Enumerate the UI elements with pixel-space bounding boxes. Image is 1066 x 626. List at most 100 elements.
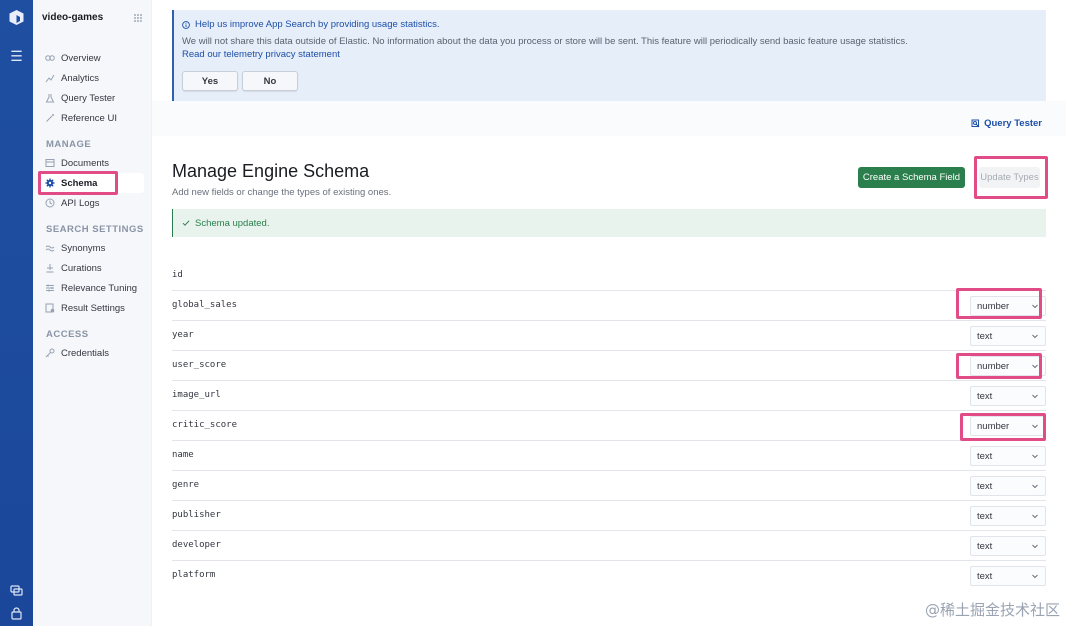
field-type-select[interactable]: text [970, 326, 1046, 346]
telemetry-no-button[interactable]: No [242, 71, 298, 91]
field-type-select[interactable]: text [970, 536, 1046, 556]
user-score-highlight-annotation [956, 353, 1042, 379]
chevron-down-icon [1032, 544, 1038, 549]
info-icon [182, 20, 190, 29]
sidebar-item-label: Credentials [61, 347, 110, 359]
page-subtitle: Add new fields or change the types of ex… [172, 187, 392, 198]
sidebar-item-label: Reference UI [61, 112, 117, 124]
field-type-select[interactable]: text [970, 476, 1046, 496]
field-type-select[interactable]: text [970, 506, 1046, 526]
success-callout: Schema updated. [172, 209, 1046, 237]
field-name: id [172, 270, 183, 280]
sidebar-item-relevance-tuning[interactable]: Relevance Tuning [45, 279, 137, 297]
schema-row: name text [172, 441, 1046, 471]
sidebar-item-reference-ui[interactable]: Reference UI [45, 109, 117, 127]
chevron-down-icon [1032, 484, 1038, 489]
field-name: global_sales [172, 300, 238, 310]
query-tester-link[interactable]: Query Tester [971, 118, 1042, 129]
app-rail: ☰ [0, 0, 33, 626]
help-icon[interactable] [10, 584, 23, 597]
field-type-value: text [977, 570, 993, 582]
sidebar-item-label: API Logs [61, 197, 100, 209]
query-tester-icon [971, 119, 980, 128]
sliders-icon [46, 284, 54, 292]
schema-row: global_sales number [172, 291, 1046, 321]
schema-highlight-annotation [38, 171, 118, 195]
field-name: year [172, 330, 194, 340]
field-type-value: text [977, 450, 993, 462]
field-name: user_score [172, 360, 227, 370]
sidebar-item-label: Overview [61, 52, 101, 64]
key-icon [45, 348, 55, 358]
telemetry-callout: Help us improve App Search by providing … [172, 10, 1046, 101]
create-schema-field-button[interactable]: Create a Schema Field [858, 167, 965, 188]
sidebar-item-credentials[interactable]: Credentials [45, 344, 109, 362]
chevron-down-icon [1032, 574, 1038, 579]
field-name: critic_score [172, 420, 238, 430]
sidebar-item-synonyms[interactable]: Synonyms [45, 239, 105, 257]
synonyms-icon [45, 245, 55, 252]
field-type-value: text [977, 390, 993, 402]
telemetry-privacy-link[interactable]: Read our telemetry privacy statement [182, 49, 340, 60]
telemetry-yes-button[interactable]: Yes [182, 71, 238, 91]
result-settings-icon [45, 303, 55, 313]
sidebar-item-label: Curations [61, 262, 102, 274]
sidebar-item-label: Analytics [61, 72, 100, 84]
update-types-highlight-annotation [974, 156, 1048, 199]
main-content: Help us improve App Search by providing … [152, 0, 1066, 626]
sidebar-item-label: Relevance Tuning [61, 282, 138, 294]
search-settings-heading: SEARCH SETTINGS [46, 224, 144, 235]
sidebar-item-documents[interactable]: Documents [45, 154, 109, 172]
sidebar-item-label: Result Settings [61, 302, 125, 314]
clock-icon [45, 198, 55, 208]
engine-name[interactable]: video-games [42, 12, 103, 23]
success-message: Schema updated. [195, 217, 270, 229]
field-type-select[interactable]: text [970, 386, 1046, 406]
chevron-down-icon [1032, 514, 1038, 519]
schema-row: image_url text [172, 381, 1046, 411]
global-sales-highlight-annotation [956, 288, 1042, 319]
sidebar-item-overview[interactable]: Overview [45, 49, 101, 67]
access-heading: ACCESS [46, 329, 89, 340]
schema-row: genre text [172, 471, 1046, 501]
sidebar-item-curations[interactable]: Curations [45, 259, 102, 277]
field-name: developer [172, 540, 221, 550]
field-name: platform [172, 570, 216, 580]
analytics-icon [45, 74, 55, 83]
sidebar-item-label: Documents [61, 157, 110, 169]
field-type-select[interactable]: text [970, 446, 1046, 466]
sidebar-item-label: Synonyms [61, 242, 106, 254]
chevron-down-icon [1032, 334, 1038, 339]
sidebar-item-result-settings[interactable]: Result Settings [45, 299, 125, 317]
schema-row: publisher text [172, 501, 1046, 531]
schema-row-id: id [172, 261, 1046, 291]
field-type-select[interactable]: text [970, 566, 1046, 586]
chevron-down-icon [1032, 394, 1038, 399]
sidebar-item-api-logs[interactable]: API Logs [45, 194, 100, 212]
field-name: name [172, 450, 194, 460]
field-type-value: text [977, 480, 993, 492]
wand-icon [46, 114, 54, 122]
telemetry-title: Help us improve App Search by providing … [195, 19, 440, 30]
engine-switcher-icon[interactable] [134, 14, 142, 22]
field-name: image_url [172, 390, 221, 400]
hamburger-menu-icon[interactable]: ☰ [9, 49, 24, 63]
check-icon [182, 220, 190, 226]
header-band [152, 101, 1066, 136]
field-name: genre [172, 480, 200, 490]
field-type-value: text [977, 540, 993, 552]
flask-icon [45, 94, 55, 103]
sidebar-item-query-tester[interactable]: Query Tester [45, 89, 115, 107]
app-logo-icon[interactable] [8, 9, 25, 26]
page-title: Manage Engine Schema [172, 161, 370, 181]
field-type-value: text [977, 510, 993, 522]
engine-sidebar: video-games Overview Analytics Query Tes… [33, 0, 152, 626]
account-icon[interactable] [10, 607, 23, 620]
sidebar-item-analytics[interactable]: Analytics [45, 69, 99, 87]
schema-row: platform text [172, 561, 1046, 591]
schema-row: developer text [172, 531, 1046, 561]
sidebar-item-label: Query Tester [61, 92, 116, 104]
documents-icon [45, 159, 55, 167]
critic-score-highlight-annotation [960, 413, 1046, 441]
schema-row: user_score number [172, 351, 1046, 381]
